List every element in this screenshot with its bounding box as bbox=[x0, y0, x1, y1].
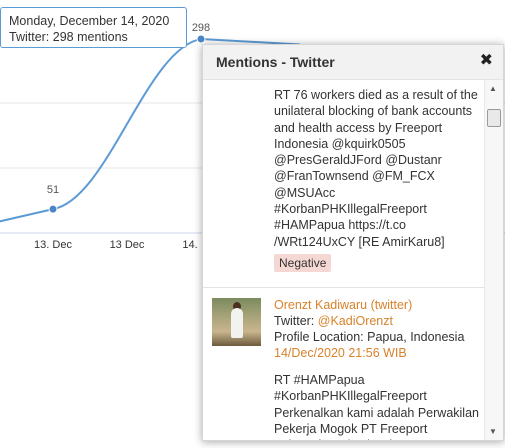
data-point[interactable] bbox=[196, 34, 206, 44]
x-tick-label: 13. Dec bbox=[34, 239, 72, 251]
mention-text: RT 76 workers died as a result of the un… bbox=[274, 88, 478, 249]
profile-location: Profile Location: Papua, Indonesia bbox=[274, 330, 465, 344]
scroll-thumb[interactable] bbox=[487, 109, 501, 127]
scroll-up-icon[interactable]: ▲ bbox=[489, 84, 497, 93]
tooltip-value: Twitter: 298 mentions bbox=[9, 30, 128, 44]
mention-datetime[interactable]: 14/Dec/2020 21:56 WIB bbox=[274, 345, 407, 361]
author-handle[interactable]: @KadiOrenzt bbox=[318, 314, 393, 328]
close-icon[interactable]: ✖ bbox=[480, 52, 493, 70]
mention-separator bbox=[203, 287, 485, 288]
author-name[interactable]: Orenzt Kadiwaru (twitter) bbox=[274, 297, 412, 313]
data-label: 51 bbox=[47, 184, 59, 196]
handle-prefix: Twitter: bbox=[274, 314, 318, 328]
panel-header: Mentions - Twitter ✖ bbox=[203, 45, 503, 80]
panel-title: Mentions - Twitter bbox=[216, 54, 335, 70]
scrollbar[interactable]: ▲ ▼ bbox=[484, 80, 503, 440]
sentiment-badge: Negative bbox=[274, 254, 332, 272]
avatar[interactable] bbox=[212, 298, 261, 346]
author-handle-line: Twitter: @KadiOrenzt bbox=[274, 313, 393, 329]
tooltip-date: Monday, December 14, 2020 bbox=[9, 14, 170, 28]
mentions-panel: Mentions - Twitter ✖ RT 76 workers died … bbox=[202, 44, 504, 441]
x-tick-label: 13 Dec bbox=[110, 239, 145, 251]
chart-tooltip: Monday, December 14, 2020 Twitter: 298 m… bbox=[0, 7, 187, 48]
data-point[interactable] bbox=[48, 204, 58, 214]
mentions-list: RT 76 workers died as a result of the un… bbox=[203, 80, 485, 440]
avatar-figure bbox=[231, 308, 243, 338]
scroll-down-icon[interactable]: ▼ bbox=[489, 427, 497, 436]
mention-text: RT #HAMPapua #KorbanPHKIllegalFreeport P… bbox=[274, 373, 479, 440]
data-label: 298 bbox=[192, 22, 210, 34]
x-tick-label: 14. bbox=[182, 239, 197, 251]
